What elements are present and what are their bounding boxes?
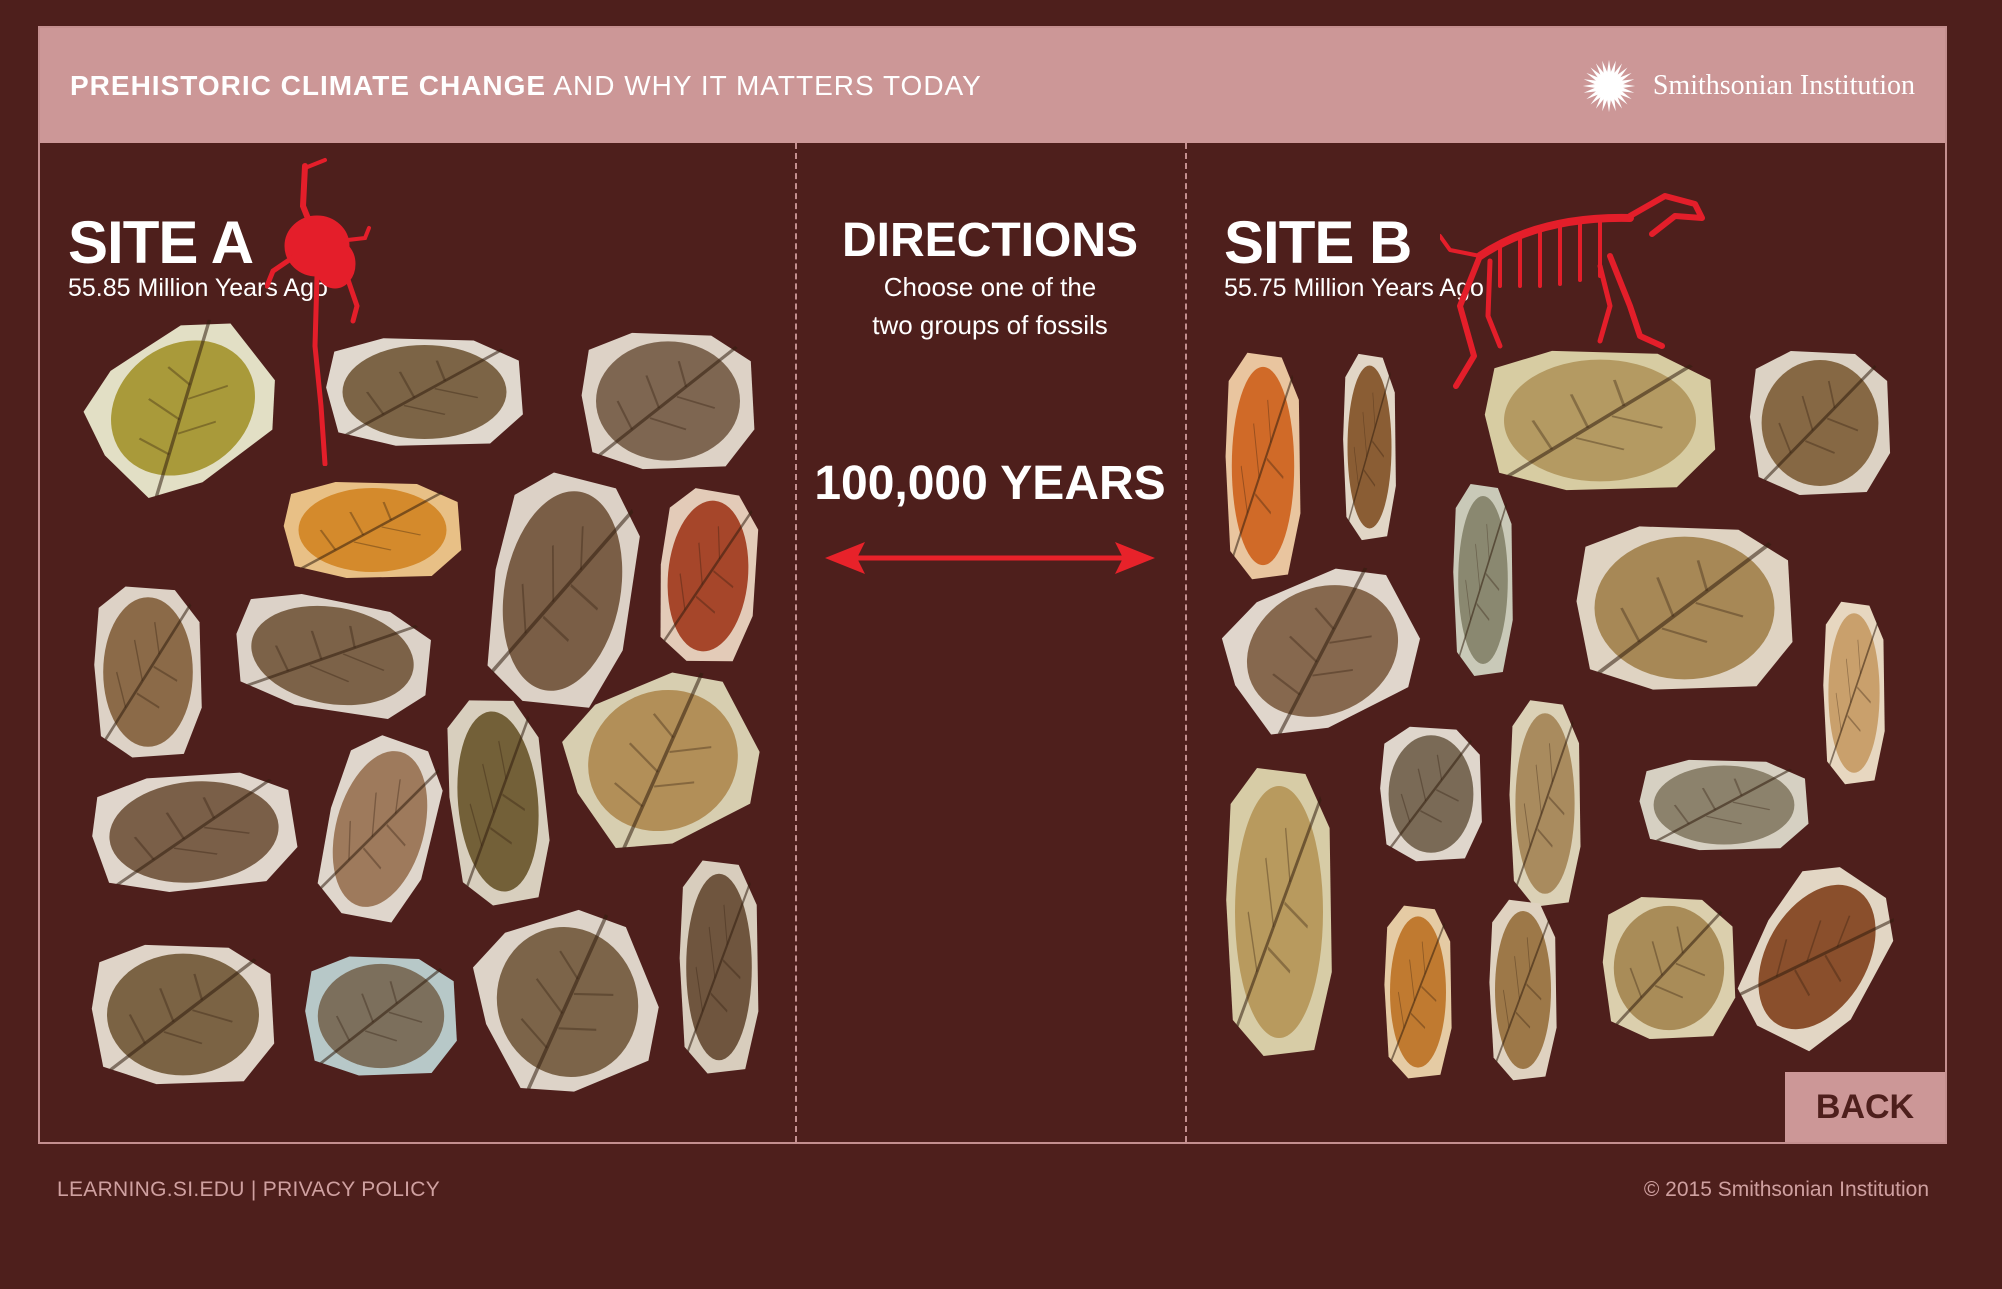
site-a-fossil: [222, 581, 444, 730]
site-a-fossil: [322, 336, 527, 448]
site-b-fossil: [1636, 758, 1812, 852]
directions-line1: Choose one of the: [883, 272, 1097, 302]
double-arrow-icon: [825, 542, 1155, 574]
site-b-fossil: [1383, 902, 1453, 1082]
footer-link-privacy[interactable]: PRIVACY POLICY: [263, 1178, 440, 1201]
site-a-fossil: [302, 723, 457, 935]
site-a-fossil: [578, 330, 758, 472]
back-button[interactable]: BACK: [1785, 1072, 1945, 1142]
site-a-fossil: [439, 690, 557, 913]
site-a-fossil: [280, 480, 465, 580]
site-b-fossil: [1572, 523, 1797, 693]
brand[interactable]: Smithsonian Institution: [1581, 58, 1915, 114]
title-bold: PREHISTORIC CLIMATE CHANGE: [70, 69, 547, 101]
site-a-title[interactable]: SITE A: [68, 208, 254, 277]
site-b-fossil: [1488, 896, 1558, 1084]
interval-label: 100,000 YEARS: [814, 457, 1166, 510]
sun-logo-icon: [1582, 59, 1635, 112]
footer-link-learning[interactable]: LEARNING.SI.EDU: [57, 1178, 245, 1201]
site-b-fossil: [1747, 348, 1893, 498]
site-a-fossil: [470, 460, 654, 722]
app-frame: PREHISTORIC CLIMATE CHANGE AND WHY IT MA…: [38, 26, 1947, 1144]
site-b-fossil: [1378, 724, 1484, 864]
directions-panel: DIRECTIONS Choose one of the two groups …: [797, 213, 1183, 344]
footer-separator: |: [250, 1178, 257, 1201]
site-b-fossil: [1716, 845, 1918, 1069]
directions-line2: two groups of fossils: [872, 310, 1108, 340]
site-b-fossil: [1508, 696, 1582, 911]
site-b-fossil: [1480, 348, 1720, 493]
divider-right: [1185, 143, 1187, 1142]
site-b-fossil: [1822, 598, 1886, 788]
site-a-fossil: [88, 942, 278, 1087]
site-b-fossil: [1224, 762, 1334, 1062]
site-b-title[interactable]: SITE B: [1224, 208, 1412, 277]
site-a-fossil: [650, 482, 765, 670]
footer-links: LEARNING.SI.EDU | PRIVACY POLICY: [57, 1178, 440, 1202]
site-a-fossil: [302, 954, 460, 1078]
brand-label: Smithsonian Institution: [1652, 69, 1915, 101]
site-b-fossil: [1600, 894, 1738, 1042]
site-a-fossil: [678, 856, 760, 1078]
site-b-fossil: [1224, 348, 1302, 584]
site-b-fossil: [1342, 350, 1397, 544]
site-a-fossil: [83, 763, 305, 901]
header-bar: PREHISTORIC CLIMATE CHANGE AND WHY IT MA…: [40, 28, 1945, 143]
directions-heading: DIRECTIONS: [841, 214, 1138, 267]
page-title: PREHISTORIC CLIMATE CHANGE AND WHY IT MA…: [70, 70, 982, 102]
site-a-fossil: [454, 888, 680, 1117]
title-light: AND WHY IT MATTERS TODAY: [553, 69, 982, 101]
site-b-fossil: [1452, 480, 1514, 680]
site-a-fossil: [92, 583, 204, 761]
footer-copyright: © 2015 Smithsonian Institution: [1643, 1178, 1929, 1201]
